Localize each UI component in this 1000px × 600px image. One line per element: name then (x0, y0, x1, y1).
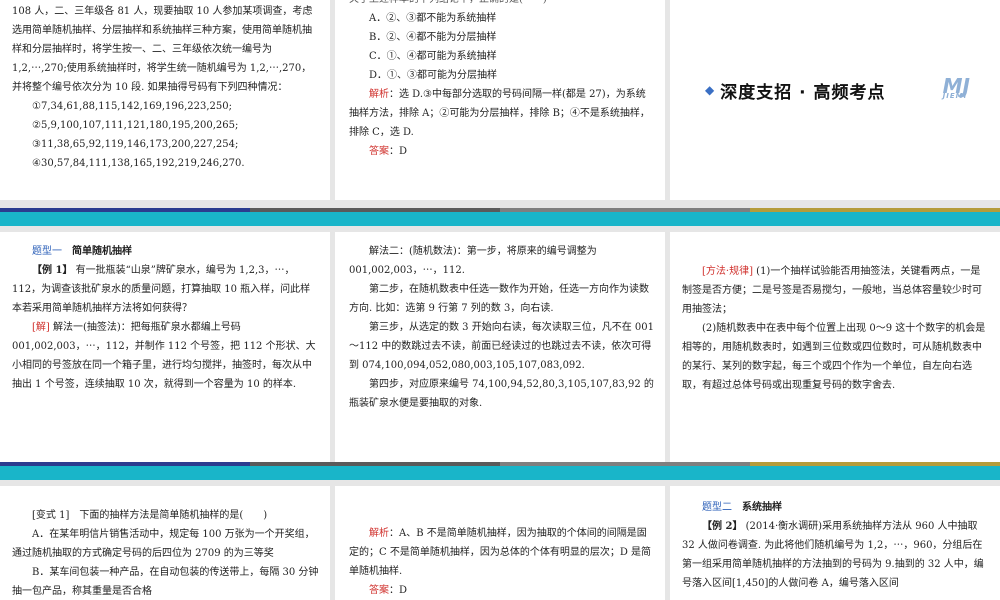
bullet-icon: ◆ (705, 83, 715, 97)
variant-label: [变式 1] (32, 510, 70, 521)
answer-label-2: 答案 (369, 585, 389, 596)
type-label-2: 题型二 (702, 502, 732, 513)
problem-text: 108 人，二、三年级各 81 人，现要抽取 10 人参加某项调查，考虑选用简单… (12, 6, 313, 93)
step-2: 第二步，在随机数表中任选一数作为开始，任选一方向作为读数方向. 比如：选第 9 … (349, 284, 649, 314)
question-tail: 关于上述样本的下列结论中，正确的是( ) (349, 0, 655, 9)
solution-label: [解] (32, 322, 50, 333)
slide-2: 关于上述样本的下列结论中，正确的是( ) A．②、③都不能为系统抽样 B．②、④… (335, 0, 665, 200)
analysis-label: 解析 (369, 89, 389, 100)
slide-7-text: [变式 1] 下面的抽样方法是简单随机抽样的是( ) A．在某年明信片销售活动中… (12, 506, 320, 600)
slide-3: ◆ 深度支招 · 高频考点 MJ JIEMI (670, 0, 1000, 200)
analysis: 解析：选 D.③中每部分选取的号码间隔一样(都是 27)，为系统抽样方法，排除 … (349, 89, 650, 138)
choice-c: C．①、④都可能为系统抽样 (369, 51, 497, 62)
logo-icon: MJ JIEMI (942, 74, 970, 100)
option-3: ③11,38,65,92,119,146,173,200,227,254; (32, 139, 239, 150)
option-1: ①7,34,61,88,115,142,169,196,223,250; (32, 101, 232, 112)
method-para-2: (2)随机数表中在表中每个位置上出现 0～9 这十个数字的机会是相等的，用随机数… (682, 323, 986, 391)
type-label: 题型一 (32, 246, 62, 257)
example-label-2: 【例 2】 (702, 521, 743, 532)
choice-a: A．②、③都不能为系统抽样 (369, 13, 497, 24)
choice-b: B．②、④都不能为分层抽样 (369, 32, 497, 43)
type-title: 简单随机抽样 (72, 246, 132, 257)
choice-d: D．①、③都可能为分层抽样 (369, 70, 498, 81)
example-label: 【例 1】 (32, 265, 73, 276)
slide-4: 题型一 简单随机抽样 【例 1】 有一批瓶装“山泉”牌矿泉水，编号为 1,2,3… (0, 232, 330, 462)
option-2: ②5,9,100,107,111,121,180,195,200,265; (32, 120, 239, 131)
analysis-label-2: 解析 (369, 528, 389, 539)
variant-question: 下面的抽样方法是简单随机抽样的是( ) (79, 510, 268, 521)
slide-5: 解法二：(随机数法)：第一步，将原来的编号调整为 001,002,003，⋯，1… (335, 232, 665, 462)
slide-1-text: 108 人，二、三年级各 81 人，现要抽取 10 人参加某项调查，考虑选用简单… (12, 2, 320, 173)
variant-option-b: B．某车间包装一种产品，在自动包装的传送带上，每隔 30 分钟抽一包产品，称其重… (12, 567, 319, 597)
method-label: [方法·规律] (702, 266, 753, 277)
slide-5-text: 解法二：(随机数法)：第一步，将原来的编号调整为 001,002,003，⋯，1… (349, 242, 655, 413)
slide-4-text: 题型一 简单随机抽样 【例 1】 有一批瓶装“山泉”牌矿泉水，编号为 1,2,3… (12, 242, 320, 394)
slide-2-text: 关于上述样本的下列结论中，正确的是( ) A．②、③都不能为系统抽样 B．②、④… (349, 0, 655, 161)
answer-text-2: ：D (389, 585, 408, 596)
slide-9: 题型二 系统抽样 【例 2】 (2014·衡水调研)采用系统抽样方法从 960 … (670, 486, 1000, 600)
answer: 答案：D (369, 146, 408, 157)
step-4: 第四步，对应原来编号 74,100,94,52,80,3,105,107,83,… (349, 379, 654, 409)
slide-6-text: [方法·规律] (1)一个抽样试验能否用抽签法，关键看两点，一是制签是否方便；二… (682, 262, 990, 395)
banner-title: 深度支招 · 高频考点 (720, 82, 886, 103)
slide-8-text: 解析：A、B 不是简单随机抽样，因为抽取的个体间的间隔是固定的；C 不是简单随机… (349, 524, 655, 600)
analysis-text-2: ：A、B 不是简单随机抽样，因为抽取的个体间的间隔是固定的；C 不是简单随机抽样… (349, 528, 652, 577)
step-3: 第三步，从选定的数 3 开始向右读，每次读取三位，凡不在 001～112 中的数… (349, 322, 654, 371)
slide-6: [方法·规律] (1)一个抽样试验能否用抽签法，关键看两点，一是制签是否方便；二… (670, 232, 1000, 462)
slide-7: [变式 1] 下面的抽样方法是简单随机抽样的是( ) A．在某年明信片销售活动中… (0, 486, 330, 600)
slide-8: 解析：A、B 不是简单随机抽样，因为抽取的个体间的间隔是固定的；C 不是简单随机… (335, 486, 665, 600)
type-title-2: 系统抽样 (742, 502, 782, 513)
section-banner: ◆ 深度支招 · 高频考点 MJ JIEMI (705, 74, 970, 104)
variant-option-a: A．在某年明信片销售活动中，规定每 100 万张为一个开奖组，通过随机抽取的方式… (12, 529, 315, 559)
answer-label: 答案 (369, 146, 389, 157)
option-4: ④30,57,84,111,138,165,192,219,246,270. (32, 158, 245, 169)
step-1: 解法二：(随机数法)：第一步，将原来的编号调整为 001,002,003，⋯，1… (349, 246, 597, 276)
slide-1: 108 人，二、三年级各 81 人，现要抽取 10 人参加某项调查，考虑选用简单… (0, 0, 330, 200)
solution-text: 解法一(抽签法)：把每瓶矿泉水都编上号码 001,002,003，⋯，112，并… (12, 322, 316, 390)
slide-9-text: 题型二 系统抽样 【例 2】 (2014·衡水调研)采用系统抽样方法从 960 … (682, 498, 990, 593)
